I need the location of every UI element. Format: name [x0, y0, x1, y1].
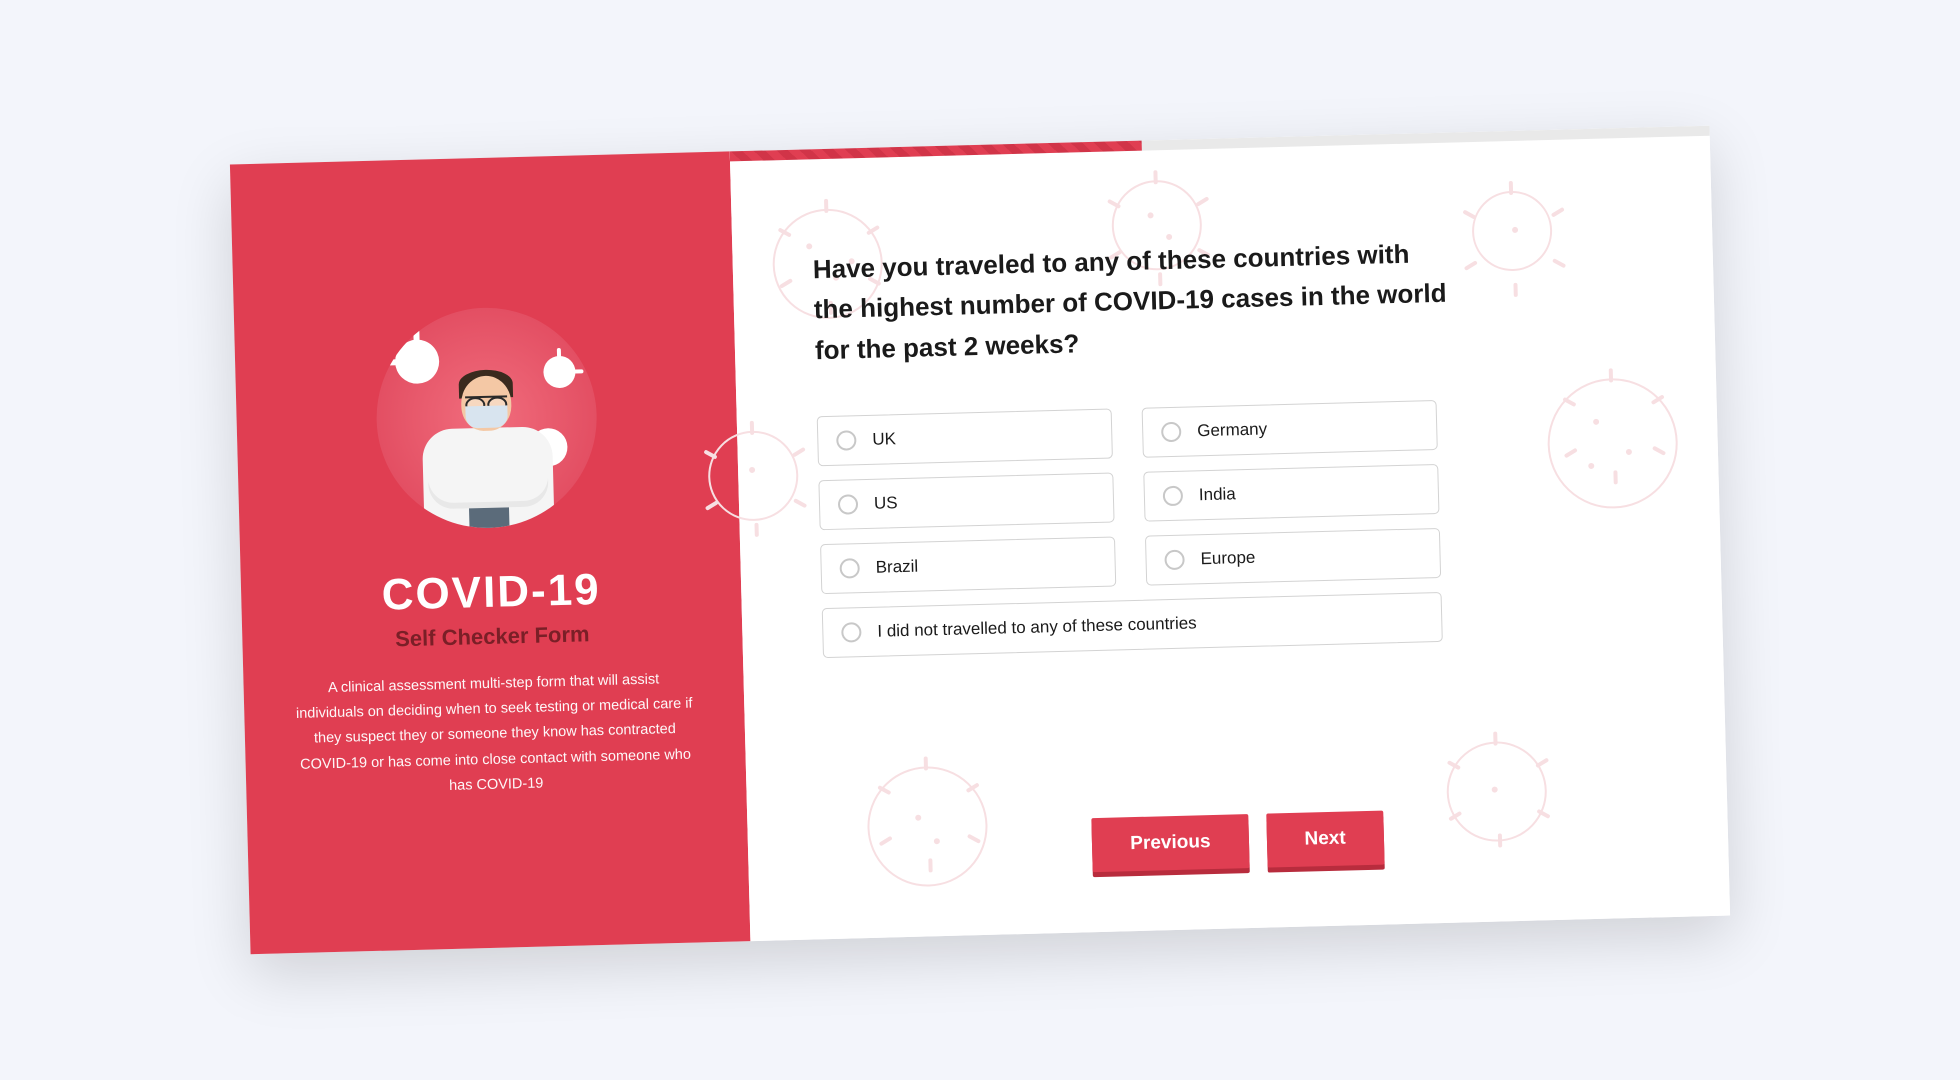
option-label: I did not travelled to any of these coun…	[877, 613, 1197, 641]
option-label: US	[874, 493, 898, 514]
radio-icon	[836, 430, 857, 451]
form-panel: Have you traveled to any of these countr…	[730, 126, 1730, 941]
option-uk[interactable]: UK	[817, 408, 1113, 466]
nav-buttons: Previous Next	[826, 764, 1648, 879]
option-label: Brazil	[875, 557, 918, 578]
app-title: COVID-19	[381, 565, 601, 621]
option-us[interactable]: US	[818, 472, 1114, 530]
option-germany[interactable]: Germany	[1142, 400, 1438, 458]
progress-fill	[730, 141, 1142, 162]
radio-icon	[841, 622, 862, 643]
next-button[interactable]: Next	[1266, 811, 1385, 868]
app-description: A clinical assessment multi-step form th…	[293, 666, 696, 803]
sidebar-panel: COVID-19 Self Checker Form A clinical as…	[230, 151, 751, 954]
radio-icon	[839, 558, 860, 579]
option-none[interactable]: I did not travelled to any of these coun…	[822, 592, 1443, 658]
options-group: UK Germany US India Brazil Europe	[817, 400, 1443, 658]
option-india[interactable]: India	[1143, 464, 1439, 522]
option-brazil[interactable]: Brazil	[820, 536, 1116, 594]
previous-button[interactable]: Previous	[1092, 814, 1250, 872]
background-virus-icon	[1546, 377, 1679, 510]
option-label: Europe	[1200, 548, 1255, 569]
doctor-illustration	[374, 305, 600, 531]
doctor-icon	[415, 356, 559, 530]
radio-icon	[838, 494, 859, 515]
form-card: COVID-19 Self Checker Form A clinical as…	[230, 126, 1730, 954]
radio-icon	[1161, 422, 1182, 443]
app-subtitle: Self Checker Form	[395, 621, 590, 652]
option-label: UK	[872, 429, 896, 450]
option-europe[interactable]: Europe	[1145, 528, 1441, 586]
background-virus-icon	[1471, 190, 1553, 272]
radio-icon	[1163, 486, 1184, 507]
progress-bar	[730, 126, 1710, 162]
question-text: Have you traveled to any of these countr…	[812, 233, 1455, 371]
option-label: India	[1199, 484, 1236, 505]
option-label: Germany	[1197, 419, 1267, 441]
radio-icon	[1164, 550, 1185, 571]
